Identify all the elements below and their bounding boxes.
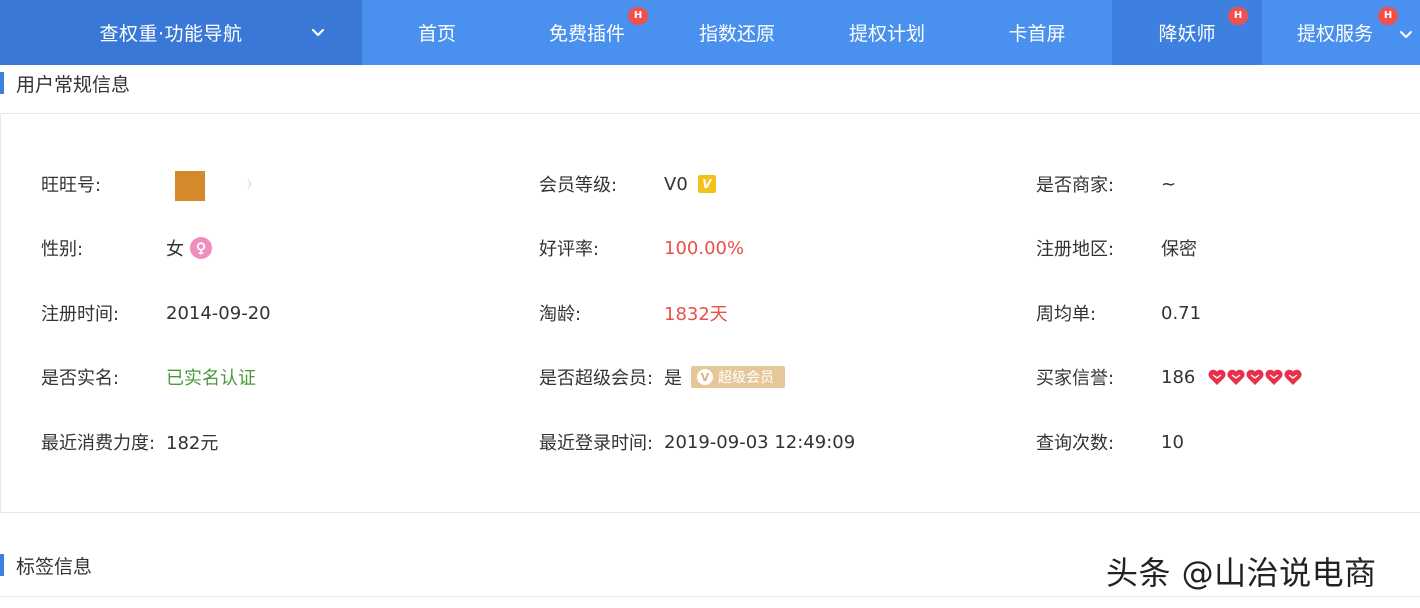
function-nav-menu[interactable]: 查权重·功能导航 bbox=[0, 0, 362, 65]
section-title: 用户常规信息 bbox=[16, 73, 131, 96]
nav-item-free-plugin[interactable]: 免费插件 H bbox=[512, 0, 662, 65]
super-member-label: 是否超级会员: bbox=[539, 368, 654, 389]
vip-level-icon: V bbox=[697, 175, 716, 193]
wangwang-label: 旺旺号: bbox=[41, 175, 102, 196]
top-nav: 查权重·功能导航 首页 免费插件 H 指数还原 提权计划 卡首屏 降妖师 H 提… bbox=[0, 0, 1420, 65]
super-member-badge: V 超级会员 bbox=[691, 366, 785, 388]
nav-item-label: 首页 bbox=[417, 23, 456, 45]
credit-hearts bbox=[1207, 368, 1302, 386]
nav-item-demon-hunter[interactable]: 降妖师 H bbox=[1112, 0, 1262, 65]
reg-time-value: 2014-09-20 bbox=[166, 302, 271, 324]
member-level-text: V0 bbox=[664, 173, 688, 195]
info-row: 旺旺号: 会员等级: V0 V 是否商家: ~ bbox=[1, 169, 1420, 201]
female-icon bbox=[190, 237, 212, 259]
query-count-value: 10 bbox=[1161, 431, 1184, 453]
gender-label: 性别: bbox=[41, 239, 84, 260]
taobao-age-value: 1832天 bbox=[664, 304, 728, 325]
nav-item-boost-plan[interactable]: 提权计划 bbox=[812, 0, 962, 65]
super-member-badge-label: 超级会员 bbox=[718, 370, 774, 386]
gender-value: 女 bbox=[166, 233, 212, 263]
weekly-orders-label: 周均单: bbox=[1036, 304, 1097, 325]
good-rate-label: 好评率: bbox=[539, 239, 600, 260]
info-row: 性别: 女 好评率: 100.00% 注册地区: 保密 bbox=[1, 233, 1420, 263]
buyer-credit-value: 186 bbox=[1161, 362, 1302, 392]
nav-item-label: 指数还原 bbox=[698, 23, 775, 45]
watermark: 头条 @山治说电商 bbox=[1106, 554, 1377, 592]
heart-icon bbox=[1284, 369, 1302, 385]
buyer-credit-label: 买家信誉: bbox=[1036, 368, 1115, 389]
function-nav-label: 查权重·功能导航 bbox=[99, 23, 243, 45]
super-member-text: 是 bbox=[664, 368, 682, 389]
avatar bbox=[175, 171, 205, 201]
heart-icon bbox=[1208, 369, 1226, 385]
taobao-age-label: 淘龄: bbox=[539, 304, 582, 325]
hot-badge: H bbox=[1378, 7, 1398, 25]
heart-icon bbox=[1227, 369, 1245, 385]
real-name-value: 已实名认证 bbox=[166, 368, 256, 389]
real-name-label: 是否实名: bbox=[41, 368, 120, 389]
last-login-label: 最近登录时间: bbox=[539, 433, 654, 454]
nav-item-label: 提权服务 bbox=[1297, 23, 1374, 45]
nav-item-index-restore[interactable]: 指数还原 bbox=[662, 0, 812, 65]
section-accent-bar bbox=[0, 554, 4, 576]
nav-item-label: 免费插件 bbox=[548, 23, 625, 45]
last-login-value: 2019-09-03 12:49:09 bbox=[664, 431, 856, 453]
nav-item-first-screen[interactable]: 卡首屏 bbox=[962, 0, 1112, 65]
super-member-v-icon: V bbox=[697, 369, 713, 385]
info-row: 最近消费力度: 182元 最近登录时间: 2019-09-03 12:49:09… bbox=[1, 427, 1420, 457]
section-header-user-info: 用户常规信息 bbox=[0, 70, 130, 96]
section-header-tags: 标签信息 bbox=[0, 552, 92, 578]
heart-icon bbox=[1246, 369, 1264, 385]
hot-badge: H bbox=[1228, 7, 1248, 25]
user-info-panel: 旺旺号: 会员等级: V0 V 是否商家: ~ 性别: 女 好评率: 100.0… bbox=[0, 113, 1420, 513]
is-merchant-value: ~ bbox=[1161, 173, 1177, 195]
nav-item-boost-service[interactable]: 提权服务 H bbox=[1262, 0, 1420, 65]
recent-spend-value: 182元 bbox=[166, 433, 219, 454]
section-accent-bar bbox=[0, 72, 4, 94]
hot-badge: H bbox=[628, 7, 648, 25]
chevron-down-icon bbox=[1400, 31, 1412, 38]
region-label: 注册地区: bbox=[1036, 239, 1115, 260]
region-value: 保密 bbox=[1161, 239, 1197, 260]
recent-spend-label: 最近消费力度: bbox=[41, 433, 156, 454]
buyer-credit-text: 186 bbox=[1161, 366, 1196, 388]
wangwang-value bbox=[166, 169, 251, 201]
nav-item-home[interactable]: 首页 bbox=[362, 0, 512, 65]
nav-item-label: 提权计划 bbox=[848, 23, 925, 45]
redacted-id bbox=[245, 178, 251, 190]
section-title: 标签信息 bbox=[16, 555, 93, 578]
member-level-label: 会员等级: bbox=[539, 175, 618, 196]
weekly-orders-value: 0.71 bbox=[1161, 302, 1202, 324]
chevron-down-icon bbox=[311, 28, 325, 37]
info-row: 注册时间: 2014-09-20 淘龄: 1832天 周均单: 0.71 bbox=[1, 298, 1420, 328]
nav-item-label: 卡首屏 bbox=[1008, 23, 1066, 45]
gender-text: 女 bbox=[166, 239, 184, 260]
reg-time-label: 注册时间: bbox=[41, 304, 120, 325]
good-rate-value: 100.00% bbox=[664, 237, 745, 259]
is-merchant-label: 是否商家: bbox=[1036, 175, 1115, 196]
info-row: 是否实名: 已实名认证 是否超级会员: 是 V 超级会员 买家信誉: 186 bbox=[1, 362, 1420, 392]
heart-icon bbox=[1265, 369, 1283, 385]
query-count-label: 查询次数: bbox=[1036, 433, 1115, 454]
super-member-value: 是 V 超级会员 bbox=[664, 362, 785, 392]
member-level-value: V0 V bbox=[664, 169, 716, 199]
tags-panel bbox=[0, 596, 1420, 608]
nav-item-label: 降妖师 bbox=[1158, 23, 1216, 45]
